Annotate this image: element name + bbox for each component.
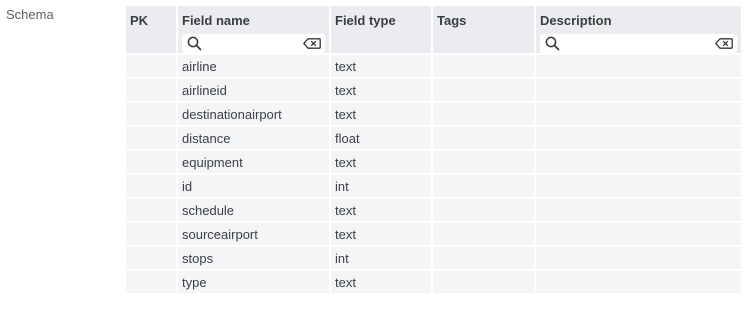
pk-cell bbox=[126, 78, 178, 103]
column-header-tags[interactable]: Tags bbox=[432, 6, 536, 55]
pk-cell bbox=[126, 126, 178, 151]
table-row[interactable]: stops int bbox=[126, 246, 741, 271]
field-name-cell: sourceairport bbox=[177, 222, 331, 247]
field-type-cell: text bbox=[330, 102, 433, 127]
column-header-pk[interactable]: PK bbox=[126, 6, 178, 55]
field-name-cell: stops bbox=[177, 246, 331, 271]
pk-cell bbox=[126, 102, 178, 127]
field-name-filter bbox=[182, 34, 325, 53]
field-name-cell: distance bbox=[177, 126, 331, 151]
field-type-cell: int bbox=[330, 174, 433, 199]
column-header-tags-label: Tags bbox=[437, 13, 467, 28]
pk-cell bbox=[126, 222, 178, 247]
description-filter-input[interactable] bbox=[564, 35, 711, 52]
description-cell[interactable] bbox=[535, 102, 741, 127]
pk-cell bbox=[126, 54, 178, 79]
search-icon bbox=[187, 36, 202, 51]
table-row[interactable]: sourceairport text bbox=[126, 222, 741, 247]
table-row[interactable]: airlineid text bbox=[126, 78, 741, 103]
schema-table: PK Field name Field type Tags Descriptio… bbox=[126, 6, 741, 295]
search-icon bbox=[545, 36, 560, 51]
column-header-description[interactable]: Description bbox=[535, 6, 741, 55]
table-row[interactable]: destinationairport text bbox=[126, 102, 741, 127]
column-header-field-name[interactable]: Field name bbox=[177, 6, 331, 55]
column-header-description-label: Description bbox=[540, 13, 612, 28]
field-name-cell: airline bbox=[177, 54, 331, 79]
description-cell[interactable] bbox=[535, 126, 741, 151]
description-cell[interactable] bbox=[535, 270, 741, 295]
table-row[interactable]: airline text bbox=[126, 54, 741, 79]
table-row[interactable]: distance float bbox=[126, 126, 741, 151]
field-name-cell: schedule bbox=[177, 198, 331, 223]
tags-cell[interactable] bbox=[432, 222, 536, 247]
clear-input-icon[interactable] bbox=[715, 38, 733, 49]
tags-cell[interactable] bbox=[432, 246, 536, 271]
field-type-cell: int bbox=[330, 246, 433, 271]
field-type-cell: text bbox=[330, 222, 433, 247]
column-header-field-name-label: Field name bbox=[182, 13, 250, 28]
field-type-cell: text bbox=[330, 150, 433, 175]
description-cell[interactable] bbox=[535, 174, 741, 199]
table-row[interactable]: id int bbox=[126, 174, 741, 199]
field-name-cell: id bbox=[177, 174, 331, 199]
tags-cell[interactable] bbox=[432, 198, 536, 223]
field-type-cell: text bbox=[330, 270, 433, 295]
table-row[interactable]: schedule text bbox=[126, 198, 741, 223]
field-type-cell: float bbox=[330, 126, 433, 151]
pk-cell bbox=[126, 246, 178, 271]
field-name-cell: type bbox=[177, 270, 331, 295]
tags-cell[interactable] bbox=[432, 102, 536, 127]
field-type-cell: text bbox=[330, 54, 433, 79]
column-header-field-type[interactable]: Field type bbox=[330, 6, 433, 55]
description-cell[interactable] bbox=[535, 78, 741, 103]
field-name-cell: airlineid bbox=[177, 78, 331, 103]
pk-cell bbox=[126, 174, 178, 199]
schema-table-header-row: PK Field name Field type Tags Descriptio… bbox=[126, 6, 741, 55]
description-filter bbox=[540, 34, 737, 53]
field-type-cell: text bbox=[330, 198, 433, 223]
column-header-pk-label: PK bbox=[130, 13, 149, 28]
tags-cell[interactable] bbox=[432, 270, 536, 295]
description-cell[interactable] bbox=[535, 150, 741, 175]
pk-cell bbox=[126, 198, 178, 223]
tags-cell[interactable] bbox=[432, 78, 536, 103]
table-row[interactable]: equipment text bbox=[126, 150, 741, 175]
field-type-cell: text bbox=[330, 78, 433, 103]
clear-input-icon[interactable] bbox=[303, 38, 321, 49]
schema-section-label: Schema bbox=[6, 7, 54, 22]
table-row[interactable]: type text bbox=[126, 270, 741, 295]
tags-cell[interactable] bbox=[432, 54, 536, 79]
field-name-cell: destinationairport bbox=[177, 102, 331, 127]
description-cell[interactable] bbox=[535, 198, 741, 223]
tags-cell[interactable] bbox=[432, 150, 536, 175]
description-cell[interactable] bbox=[535, 222, 741, 247]
pk-cell bbox=[126, 150, 178, 175]
description-cell[interactable] bbox=[535, 246, 741, 271]
pk-cell bbox=[126, 270, 178, 295]
description-cell[interactable] bbox=[535, 54, 741, 79]
field-name-filter-input[interactable] bbox=[206, 35, 299, 52]
tags-cell[interactable] bbox=[432, 126, 536, 151]
field-name-cell: equipment bbox=[177, 150, 331, 175]
tags-cell[interactable] bbox=[432, 174, 536, 199]
column-header-field-type-label: Field type bbox=[335, 13, 396, 28]
